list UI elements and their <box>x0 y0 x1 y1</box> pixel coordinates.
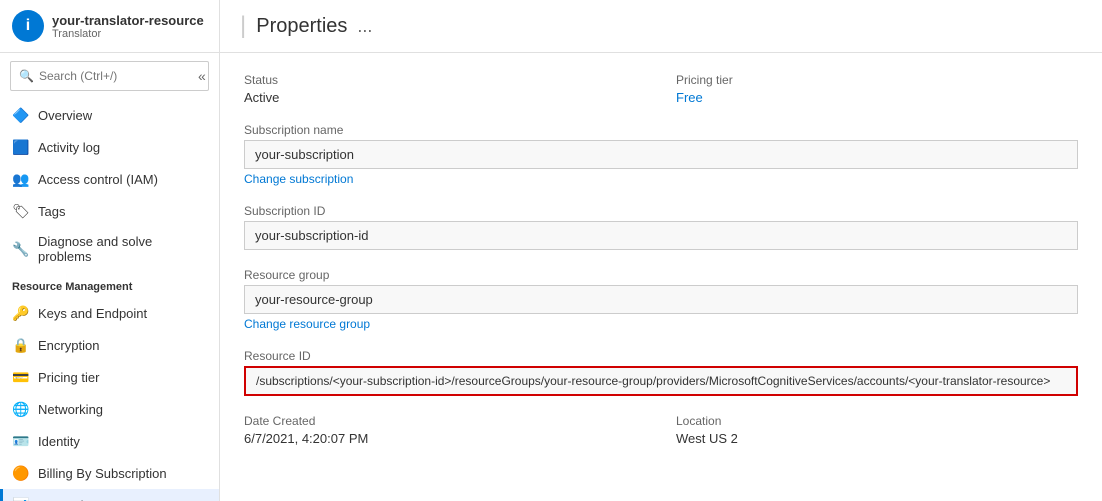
pricing-tier-label: Pricing tier <box>676 73 1078 87</box>
sidebar: i your-translator-resource Translator 🔍 … <box>0 0 220 501</box>
resource-id-value: /subscriptions/<your-subscription-id>/re… <box>244 366 1078 396</box>
sidebar-item-label: Tags <box>38 204 65 219</box>
subscription-name-section: Subscription name your-subscription Chan… <box>244 123 1078 186</box>
collapse-button[interactable]: « <box>194 66 210 86</box>
info-icon: i <box>12 10 44 42</box>
sidebar-item-encryption[interactable]: 🔒 Encryption <box>0 329 219 361</box>
pricing-tier-section: Pricing tier Free <box>676 73 1078 105</box>
sidebar-item-label: Diagnose and solve problems <box>38 234 207 264</box>
sidebar-item-label: Networking <box>38 402 103 417</box>
overview-icon: 🔷 <box>12 106 30 124</box>
resource-type: Translator <box>52 28 204 40</box>
search-icon: 🔍 <box>19 69 34 83</box>
location-label: Location <box>676 414 1078 428</box>
sidebar-item-label: Properties <box>38 498 97 501</box>
sidebar-item-identity[interactable]: 🪪 Identity <box>0 425 219 457</box>
resource-id-label: Resource ID <box>244 349 1078 363</box>
date-created-value: 6/7/2021, 4:20:07 PM <box>244 431 646 446</box>
sidebar-item-billing[interactable]: 🟠 Billing By Subscription <box>0 457 219 489</box>
sidebar-item-overview[interactable]: 🔷 Overview <box>0 99 219 131</box>
sidebar-item-label: Access control (IAM) <box>38 172 158 187</box>
subscription-name-input: your-subscription <box>244 140 1078 169</box>
sidebar-header: i your-translator-resource Translator <box>0 0 219 53</box>
status-value: Active <box>244 90 646 105</box>
sidebar-item-label: Identity <box>38 434 80 449</box>
sidebar-item-access-control[interactable]: 👥 Access control (IAM) <box>0 163 219 195</box>
page-title: Properties <box>256 15 347 38</box>
subscription-name-label: Subscription name <box>244 123 1078 137</box>
sidebar-item-label: Activity log <box>38 140 100 155</box>
pricing-icon: 💳 <box>12 368 30 386</box>
change-resource-group-link[interactable]: Change resource group <box>244 317 1078 331</box>
resource-id-section: Resource ID /subscriptions/<your-subscri… <box>244 349 1078 396</box>
keys-icon: 🔑 <box>12 304 30 322</box>
sidebar-item-label: Overview <box>38 108 92 123</box>
resource-group-label: Resource group <box>244 268 1078 282</box>
resource-group-section: Resource group your-resource-group Chang… <box>244 268 1078 331</box>
sidebar-item-pricing-tier[interactable]: 💳 Pricing tier <box>0 361 219 393</box>
date-location-row: Date Created 6/7/2021, 4:20:07 PM Locati… <box>244 414 1078 464</box>
location-value: West US 2 <box>676 431 1078 446</box>
sidebar-item-activity-log[interactable]: 🟦 Activity log <box>0 131 219 163</box>
status-section: Status Active <box>244 73 646 105</box>
location-section: Location West US 2 <box>676 414 1078 446</box>
pricing-tier-value: Free <box>676 90 1078 105</box>
status-label: Status <box>244 73 646 87</box>
resource-mgmt-section-label: Resource Management <box>0 271 219 297</box>
change-subscription-link[interactable]: Change subscription <box>244 172 1078 186</box>
resource-group-input: your-resource-group <box>244 285 1078 314</box>
status-pricing-row: Status Active Pricing tier Free <box>244 73 1078 123</box>
networking-icon: 🌐 <box>12 400 30 418</box>
more-options-icon[interactable]: ... <box>357 16 372 37</box>
sidebar-item-label: Pricing tier <box>38 370 99 385</box>
date-created-section: Date Created 6/7/2021, 4:20:07 PM <box>244 414 646 446</box>
page-header: | Properties ... <box>220 0 1102 53</box>
header-divider: | <box>240 12 246 40</box>
main-content: | Properties ... Status Active Pricing t… <box>220 0 1102 501</box>
resource-name: your-translator-resource <box>52 13 204 28</box>
sidebar-item-diagnose[interactable]: 🔧 Diagnose and solve problems <box>0 227 219 271</box>
subscription-id-label: Subscription ID <box>244 204 1078 218</box>
access-control-icon: 👥 <box>12 170 30 188</box>
properties-icon: 📊 <box>12 496 30 501</box>
billing-icon: 🟠 <box>12 464 30 482</box>
search-input[interactable] <box>39 69 194 83</box>
activity-log-icon: 🟦 <box>12 138 30 156</box>
subscription-id-input: your-subscription-id <box>244 221 1078 250</box>
sidebar-item-properties[interactable]: 📊 Properties <box>0 489 219 501</box>
identity-icon: 🪪 <box>12 432 30 450</box>
subscription-id-section: Subscription ID your-subscription-id <box>244 204 1078 250</box>
sidebar-item-networking[interactable]: 🌐 Networking <box>0 393 219 425</box>
tags-icon: 🏷 <box>12 202 30 220</box>
sidebar-item-keys-endpoint[interactable]: 🔑 Keys and Endpoint <box>0 297 219 329</box>
sidebar-item-tags[interactable]: 🏷 Tags <box>0 195 219 227</box>
sidebar-item-label: Encryption <box>38 338 99 353</box>
sidebar-item-label: Keys and Endpoint <box>38 306 147 321</box>
search-container: 🔍 « <box>10 61 209 91</box>
date-created-label: Date Created <box>244 414 646 428</box>
content-area: Status Active Pricing tier Free Subscrip… <box>220 53 1102 501</box>
sidebar-item-label: Billing By Subscription <box>38 466 167 481</box>
diagnose-icon: 🔧 <box>12 240 30 258</box>
encryption-icon: 🔒 <box>12 336 30 354</box>
sidebar-title-block: your-translator-resource Translator <box>52 13 204 40</box>
